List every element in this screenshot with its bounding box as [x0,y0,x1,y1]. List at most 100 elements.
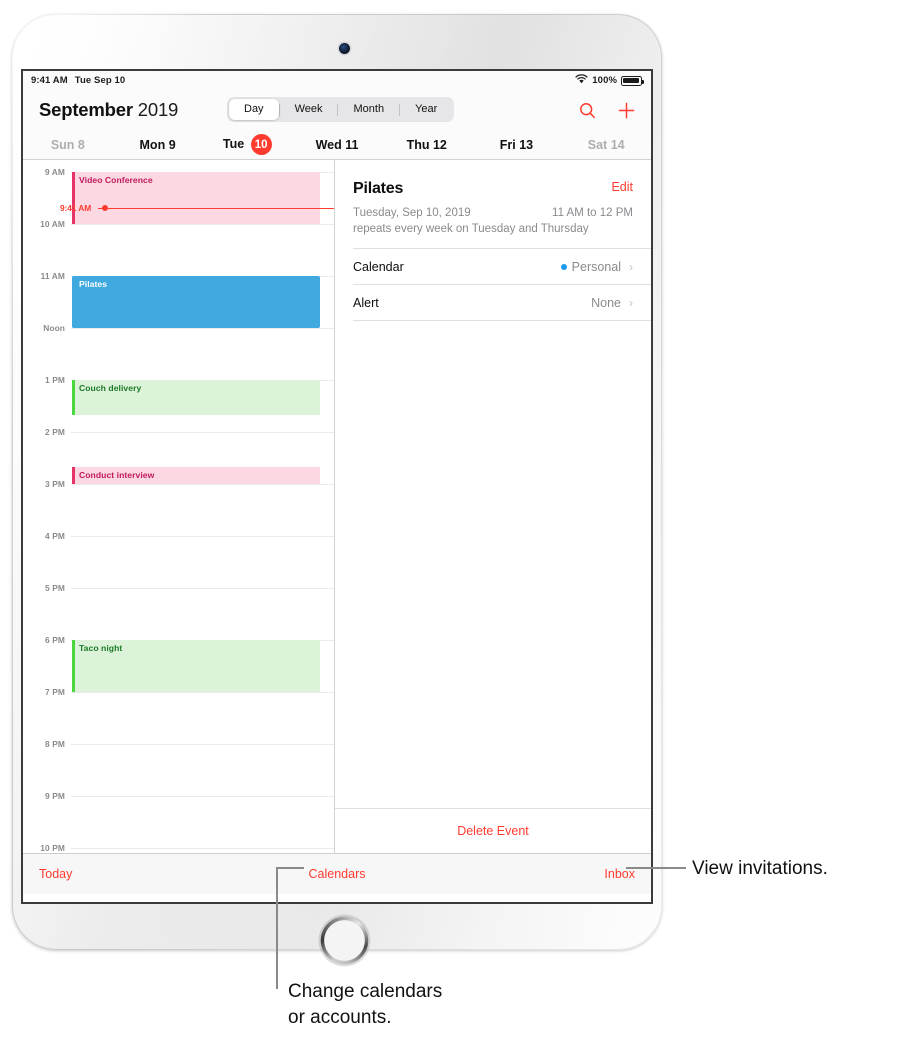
hour-label: 9 AM [44,167,65,177]
weekday-mon[interactable]: Mon 9 [113,138,203,152]
hour-label: 1 PM [45,375,65,385]
field-calendar-value-wrap: Personal › [560,259,633,274]
event-detail-header: Pilates Edit [335,160,651,198]
weekday-number: 9 [168,137,176,152]
event-detail-pane: Pilates Edit Tuesday, Sep 10, 2019 11 AM… [335,160,651,853]
hour-gridline [71,432,334,433]
bottom-toolbar: Today Calendars Inbox [23,853,651,894]
calendar-body: 9 AM 10 AM 11 AM Noon 1 PM 2 PM 3 PM 4 PM 5 PM 6 … [23,160,651,853]
event-datetime-row: Tuesday, Sep 10, 2019 11 AM to 12 PM [353,207,633,219]
hour-gridline [71,588,334,589]
status-bar: 9:41 AM Tue Sep 10 100% [23,71,651,90]
day-grid-pane[interactable]: 9 AM 10 AM 11 AM Noon 1 PM 2 PM 3 PM 4 PM 5 PM 6 … [23,160,335,853]
current-time-line [107,207,334,209]
calendar-event[interactable]: Video Conference [72,172,320,224]
battery-percent-label: 100% [592,75,617,86]
event-color-bar [72,172,75,224]
field-alert-value-wrap: None › [591,296,633,310]
weekday-name: Thu [406,137,430,152]
hour-label: 10 PM [40,843,65,853]
event-title: Pilates [353,180,404,197]
hour-gridline [71,484,334,485]
calendar-color-dot-icon [560,263,567,270]
calendar-event[interactable]: Couch delivery [72,380,320,415]
calendars-callout-leader-vertical [276,866,278,989]
weekday-name: Sat [587,137,608,152]
hour-gridline [71,692,334,693]
hour-gridline [71,328,334,329]
event-repeat-rule: repeats every week on Tuesday and Thursd… [353,223,589,235]
calendars-callout-text: Change calendars or accounts. [288,979,442,1030]
field-calendar[interactable]: Calendar Personal › [335,249,651,284]
tab-year[interactable]: Year [400,99,452,120]
current-time-label: 9:41 AM [60,202,92,213]
field-calendar-value: Personal [571,259,621,274]
tab-month[interactable]: Month [338,99,399,120]
field-alert-value: None [591,295,621,310]
chevron-right-icon: › [629,295,633,310]
inbox-button[interactable]: Inbox [604,867,635,881]
tab-week[interactable]: Week [280,99,338,120]
event-title-label: Couch delivery [79,383,142,393]
edit-button[interactable]: Edit [611,180,633,194]
field-alert[interactable]: Alert None › [335,285,651,320]
hour-label: 4 PM [45,531,65,541]
event-title-label: Taco night [79,643,123,653]
weekday-name: Wed [315,137,342,152]
view-segmented-control[interactable]: Day Week Month Year [227,97,455,122]
hour-label: 5 PM [45,583,65,593]
weekday-strip[interactable]: Sun 8 Mon 9 Tue 10 Wed 11 Thu 12 Fri 13 … [23,130,651,160]
front-camera-icon [339,43,350,54]
weekday-number: 12 [432,137,447,152]
calendar-event[interactable]: Pilates [72,276,320,328]
weekday-thu[interactable]: Thu 12 [382,138,472,152]
ipad-device-frame: 9:41 AM Tue Sep 10 100% September 2019 D… [12,14,662,964]
hour-gridline [71,848,334,849]
wifi-icon [575,74,588,87]
status-bar-time: 9:41 AM [31,75,68,86]
page-title: September 2019 [39,99,178,121]
hour-label: Noon [43,323,65,333]
battery-full-icon [621,75,644,86]
delete-event-button[interactable]: Delete Event [335,809,651,853]
weekday-sun[interactable]: Sun 8 [23,138,113,152]
calendar-event[interactable]: Conduct interview [72,466,320,484]
weekday-fri[interactable]: Fri 13 [472,138,562,152]
event-color-bar [72,276,75,328]
day-grid[interactable]: 9 AM 10 AM 11 AM Noon 1 PM 2 PM 3 PM 4 PM 5 PM 6 … [23,160,334,853]
event-color-bar [72,640,75,692]
calendar-event[interactable]: Taco night [72,640,320,692]
event-title-label: Pilates [79,279,108,289]
weekday-wed[interactable]: Wed 11 [292,138,382,152]
status-bar-right: 100% [575,74,644,87]
ipad-screen: 9:41 AM Tue Sep 10 100% September 2019 D… [21,69,653,904]
hour-gridline [71,744,334,745]
hour-gridline [71,796,334,797]
hour-label: 11 AM [40,271,65,281]
year-label: 2019 [137,99,179,120]
weekday-number: 14 [610,137,625,152]
calendars-callout-leader-horizontal [276,866,304,869]
tab-day[interactable]: Day [229,99,279,120]
hour-gridline [71,536,334,537]
hour-gridline [71,224,334,225]
event-color-bar [72,466,75,484]
event-title-label: Video Conference [79,175,153,185]
weekday-tue-selected[interactable]: Tue 10 [202,134,292,155]
navbar-actions [579,102,639,119]
weekday-number: 8 [77,137,85,152]
weekday-sat[interactable]: Sat 14 [561,138,651,152]
plus-icon[interactable] [618,102,635,119]
hour-label: 3 PM [45,479,65,489]
calendars-button[interactable]: Calendars [309,867,366,881]
inbox-callout-text: View invitations. [692,858,828,879]
event-color-bar [72,380,75,415]
search-icon[interactable] [579,102,596,119]
hour-label: 9 PM [45,791,65,801]
home-button[interactable] [321,917,368,964]
inbox-callout-leader [626,866,686,869]
calendars-callout-line2: or accounts. [288,1006,392,1028]
hour-label: 7 PM [45,687,65,697]
today-button[interactable]: Today [39,867,72,881]
detail-spacer [335,321,651,808]
